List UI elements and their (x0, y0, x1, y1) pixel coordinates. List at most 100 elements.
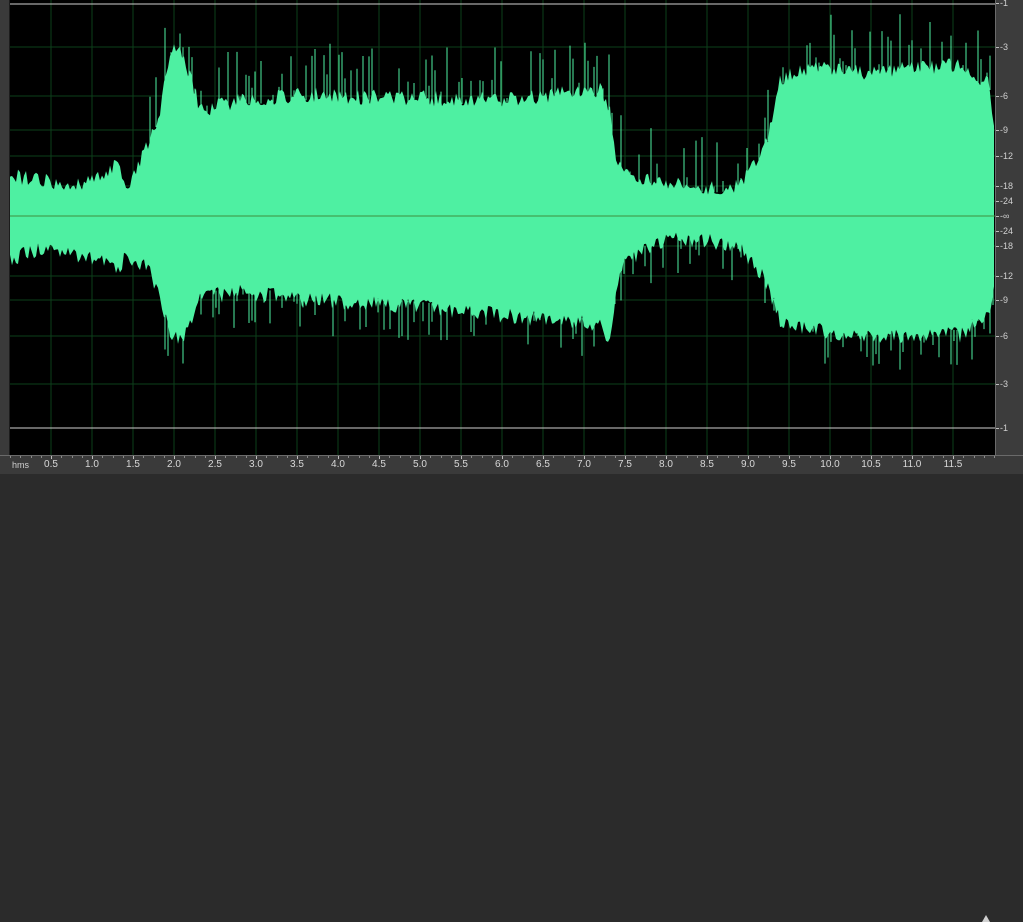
db-tick (996, 300, 999, 301)
time-minor-tick (430, 456, 431, 458)
db-label: -18 (1000, 241, 1014, 251)
time-minor-tick (184, 456, 185, 458)
time-minor-tick (523, 456, 524, 458)
time-minor-tick (840, 456, 841, 458)
time-minor-tick (113, 456, 114, 458)
time-minor-tick (564, 456, 565, 458)
time-minor-tick (389, 456, 390, 458)
db-tick (996, 96, 999, 97)
time-minor-tick (738, 456, 739, 458)
time-minor-tick (195, 456, 196, 458)
time-label: 9.5 (782, 459, 796, 470)
time-minor-tick (236, 456, 237, 458)
db-label: -6 (1000, 331, 1009, 341)
db-label: -18 (1000, 181, 1014, 191)
time-label: 1.5 (126, 459, 140, 470)
time-minor-tick (451, 456, 452, 458)
time-minor-tick (902, 456, 903, 458)
waveform-canvas[interactable] (10, 0, 995, 455)
time-label: 9.0 (741, 459, 755, 470)
time-label: 2.0 (167, 459, 181, 470)
time-label: 5.5 (454, 459, 468, 470)
time-label: 2.5 (208, 459, 222, 470)
time-minor-tick (574, 456, 575, 458)
waveform-display[interactable] (10, 0, 995, 455)
left-scroll-strip[interactable] (0, 0, 10, 455)
db-label: -12 (1000, 151, 1014, 161)
time-minor-tick (123, 456, 124, 458)
time-minor-tick (810, 456, 811, 458)
db-tick (996, 130, 999, 131)
time-unit-label: hms (12, 460, 30, 470)
time-minor-tick (10, 456, 11, 458)
time-minor-tick (881, 456, 882, 458)
time-minor-tick (994, 456, 995, 458)
time-label: 8.5 (700, 459, 714, 470)
time-minor-tick (799, 456, 800, 458)
time-minor-tick (933, 456, 934, 458)
db-label: -∞ (1000, 211, 1010, 221)
time-minor-tick (963, 456, 964, 458)
time-minor-tick (471, 456, 472, 458)
time-minor-tick (400, 456, 401, 458)
db-tick (996, 216, 999, 217)
time-label: 10.5 (861, 459, 881, 470)
time-label: 4.0 (331, 459, 345, 470)
time-minor-tick (533, 456, 534, 458)
time-minor-tick (154, 456, 155, 458)
db-tick (996, 336, 999, 337)
db-label: -1 (1000, 423, 1009, 433)
time-minor-tick (441, 456, 442, 458)
db-tick (996, 156, 999, 157)
time-minor-tick (605, 456, 606, 458)
db-tick (996, 3, 999, 4)
time-minor-tick (277, 456, 278, 458)
time-label: 10.0 (820, 459, 840, 470)
time-minor-tick (922, 456, 923, 458)
time-minor-tick (646, 456, 647, 458)
db-tick (996, 276, 999, 277)
db-tick (996, 231, 999, 232)
db-label: -24 (1000, 226, 1014, 236)
time-label: 7.0 (577, 459, 591, 470)
time-minor-tick (82, 456, 83, 458)
time-label: 11.5 (943, 459, 963, 470)
time-minor-tick (676, 456, 677, 458)
db-tick (996, 47, 999, 48)
playhead-end-marker-icon[interactable] (982, 915, 990, 922)
db-tick (996, 186, 999, 187)
time-label: 0.5 (44, 459, 58, 470)
time-minor-tick (348, 456, 349, 458)
time-minor-tick (266, 456, 267, 458)
time-minor-tick (359, 456, 360, 458)
time-minor-tick (205, 456, 206, 458)
time-minor-tick (820, 456, 821, 458)
time-label: 3.0 (249, 459, 263, 470)
time-label: 6.0 (495, 459, 509, 470)
time-label: 6.5 (536, 459, 550, 470)
db-tick (996, 201, 999, 202)
time-minor-tick (635, 456, 636, 458)
time-minor-tick (225, 456, 226, 458)
time-minor-tick (861, 456, 862, 458)
db-label: -24 (1000, 196, 1014, 206)
time-label: 8.0 (659, 459, 673, 470)
time-label: 7.5 (618, 459, 632, 470)
audio-editor-waveform-view: -1 -3 -6 -9 -12 -18 -24 -∞ -24 -18 -12 -9 -6 -3 -1 hms… (0, 0, 1023, 922)
time-label: 4.5 (372, 459, 386, 470)
db-label: -9 (1000, 295, 1009, 305)
time-label: 11.0 (902, 459, 922, 470)
time-minor-tick (892, 456, 893, 458)
time-minor-tick (410, 456, 411, 458)
time-minor-tick (594, 456, 595, 458)
db-label: -3 (1000, 379, 1009, 389)
time-label: 3.5 (290, 459, 304, 470)
time-minor-tick (246, 456, 247, 458)
db-tick (996, 246, 999, 247)
db-ruler: -1 -3 -6 -9 -12 -18 -24 -∞ -24 -18 -12 -9 -6 -3 -1 (995, 0, 1023, 455)
time-minor-tick (697, 456, 698, 458)
time-minor-tick (61, 456, 62, 458)
time-minor-tick (656, 456, 657, 458)
time-minor-tick (512, 456, 513, 458)
time-ruler[interactable]: hms 0.5 1.0 1.5 2.0 2.5 3.0 3.5 4.0 4.5 5.0 5.5 6.0… (0, 455, 1023, 922)
